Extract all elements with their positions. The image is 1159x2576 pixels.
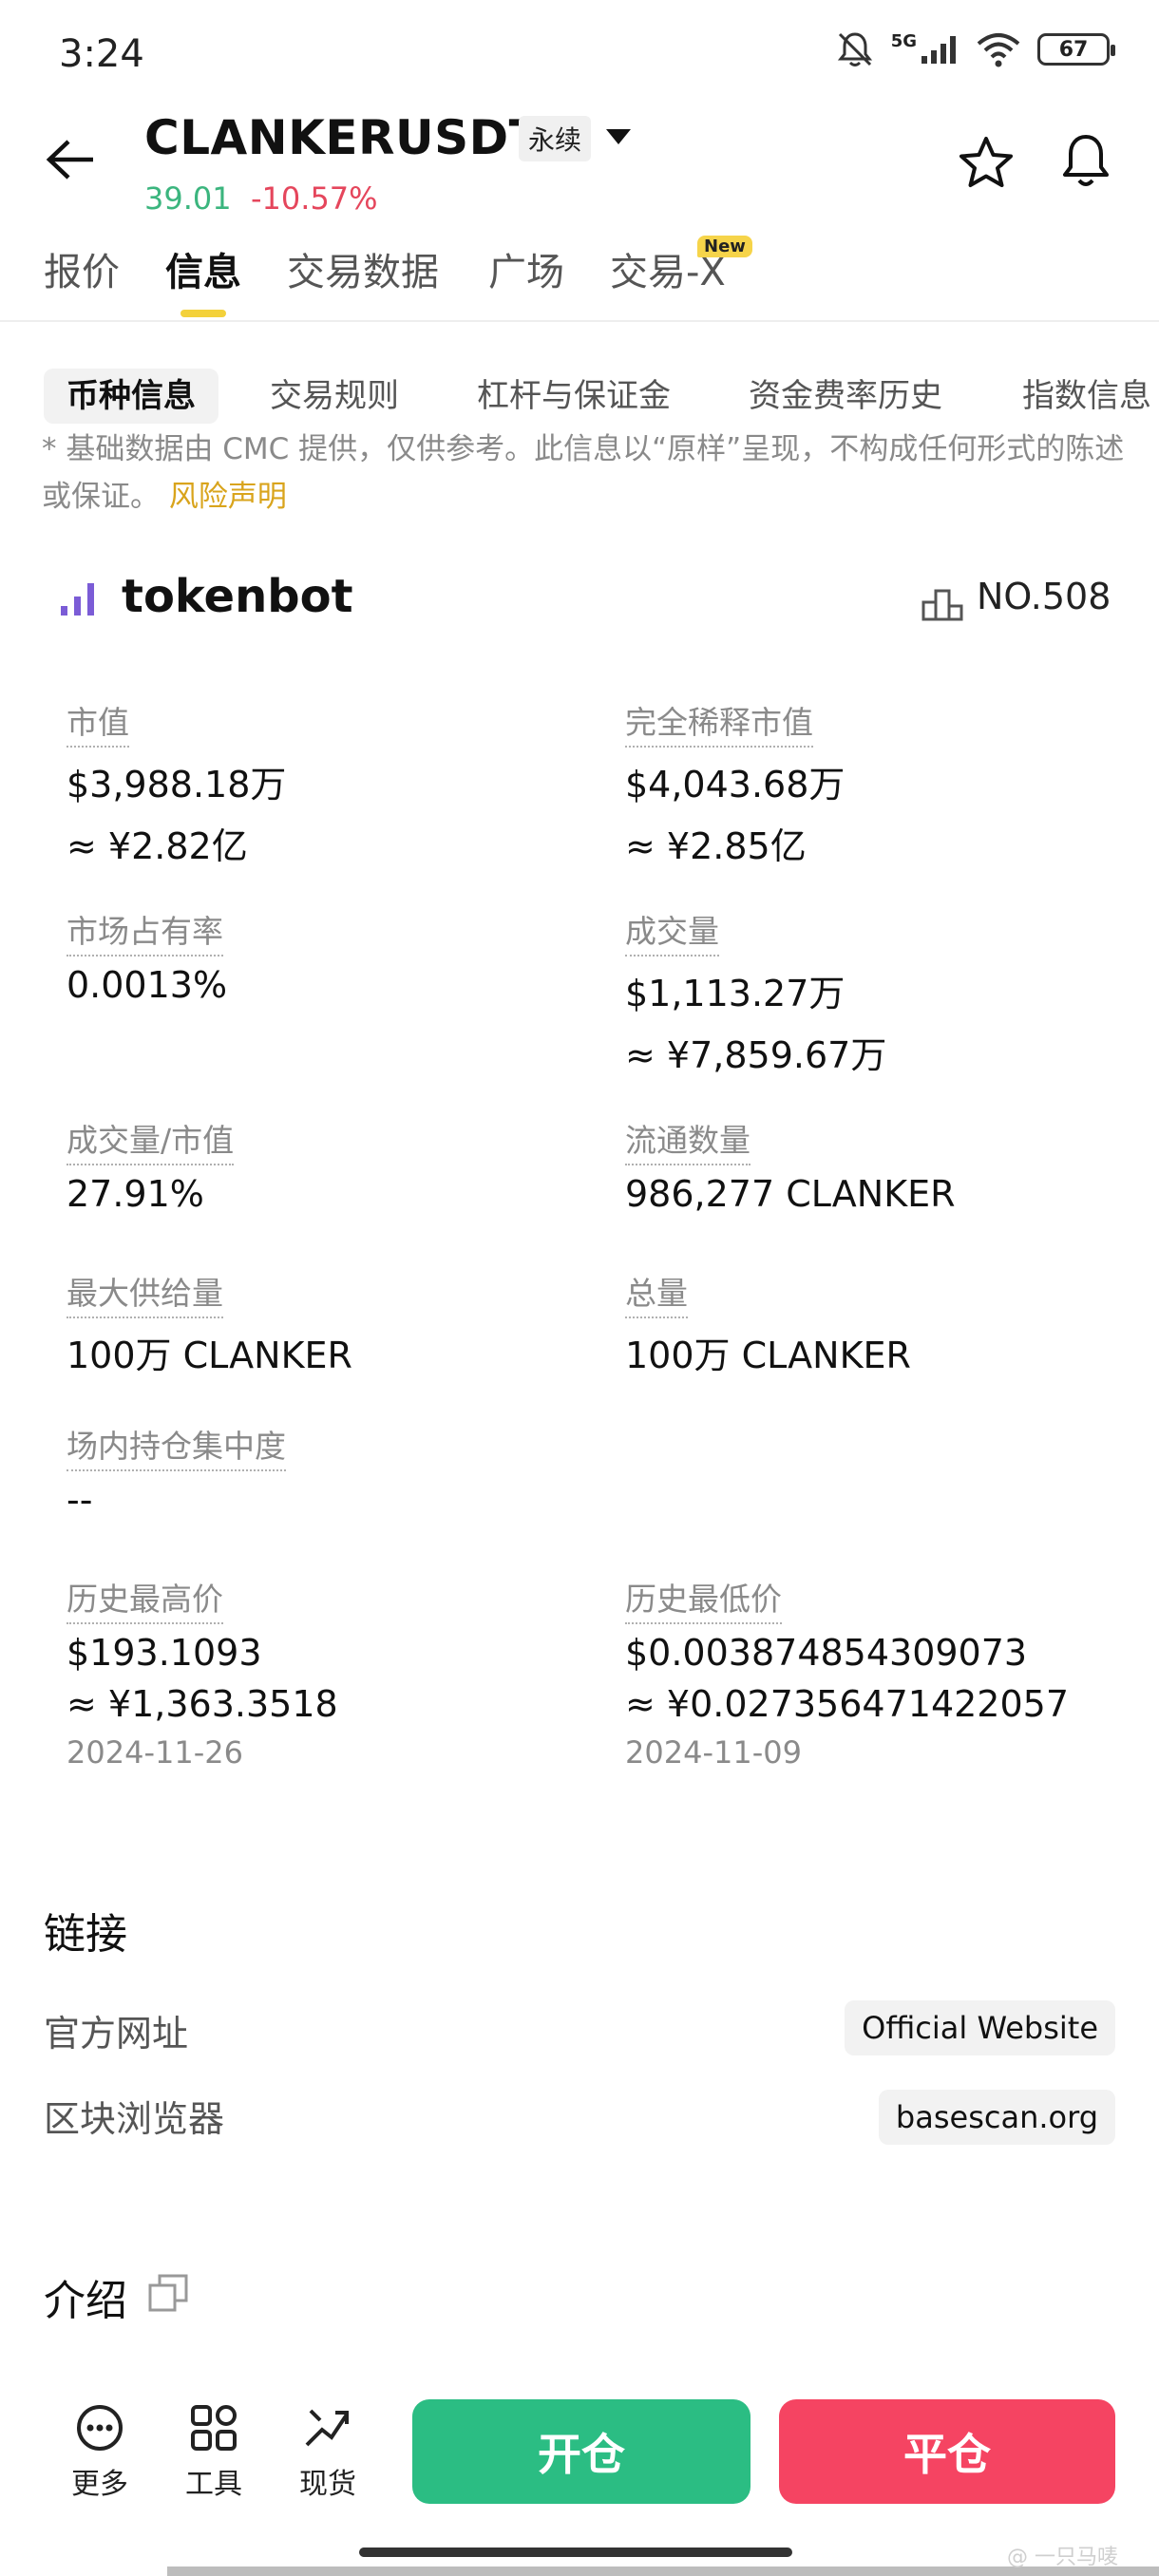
ath-block: 历史最高价 $193.1093 ≈ ¥1,363.3518 2024-11-26: [66, 1574, 338, 1771]
tools-label: 工具: [185, 2468, 242, 2501]
stat-value: $193.1093: [66, 1632, 262, 1674]
last-price: 39.01: [144, 180, 232, 217]
stat-value: $3,988.18万: [66, 764, 287, 805]
open-position-button[interactable]: 开仓: [412, 2399, 750, 2504]
rank-value: NO.508: [977, 576, 1112, 617]
back-arrow-icon[interactable]: [46, 139, 97, 180]
subtab-trade-rules[interactable]: 交易规则: [270, 369, 399, 424]
stat-sub-value: ≈ ¥7,859.67万: [625, 1034, 887, 1076]
tab-info[interactable]: 信息: [165, 241, 241, 296]
favorite-star-icon[interactable]: [958, 135, 1015, 190]
stat-value: 986,277 CLANKER: [625, 1173, 956, 1215]
intro-title: 介绍: [44, 2277, 127, 2325]
symbol-title[interactable]: CLANKERUSDT: [144, 110, 542, 165]
stat-label[interactable]: 市场占有率: [66, 906, 223, 957]
stat-label[interactable]: 历史最低价: [625, 1574, 782, 1624]
subtab-funding-history[interactable]: 资金费率历史: [749, 369, 942, 424]
vol-mcap-block: 成交量/市值 27.91%: [66, 1115, 235, 1215]
stat-label[interactable]: 总量: [625, 1268, 688, 1318]
market-cap-block: 市值 $3,988.18万 ≈ ¥2.82亿: [66, 697, 286, 869]
mute-bell-icon: [837, 32, 872, 66]
official-website-link[interactable]: Official Website: [845, 2000, 1115, 2055]
stat-label[interactable]: 最大供给量: [66, 1268, 223, 1318]
stat-value: $0.003874854309073: [625, 1632, 1028, 1674]
circulating-block: 流通数量 986,277 CLANKER: [625, 1115, 956, 1215]
risk-statement-link[interactable]: 风险声明: [169, 480, 287, 514]
wifi-icon: [977, 33, 1020, 67]
stat-label[interactable]: 流通数量: [625, 1115, 750, 1165]
stat-value: 100万 CLANKER: [66, 1335, 352, 1376]
stat-value: --: [66, 1479, 93, 1521]
stat-value: 100万 CLANKER: [625, 1335, 911, 1376]
dominance-block: 市场占有率 0.0013%: [66, 906, 227, 1006]
stat-sub-value: ≈ ¥1,363.3518: [66, 1683, 338, 1725]
explorer-label: 区块浏览器: [44, 2098, 225, 2140]
watermark: @ 一只马唛: [1007, 2546, 1118, 2569]
spot-button[interactable]: 现货: [285, 2403, 370, 2502]
total-supply-block: 总量 100万 CLANKER: [625, 1268, 911, 1378]
disclaimer: * 基础数据由 CMC 提供，仅供参考。此信息以“原样”呈现，不构成任何形式的陈…: [42, 426, 1125, 521]
website-label: 官方网址: [44, 2013, 189, 2055]
stat-label[interactable]: 成交量/市值: [66, 1115, 235, 1165]
concentration-block: 场内持仓集中度 --: [66, 1421, 286, 1521]
volume-block: 成交量 $1,113.27万 ≈ ¥7,859.67万: [625, 906, 886, 1078]
tab-quote[interactable]: 报价: [44, 241, 120, 296]
links-title: 链接: [44, 1910, 127, 1959]
stat-date: 2024-11-09: [625, 1734, 802, 1771]
spot-label: 现货: [299, 2468, 356, 2501]
rank-podium-icon: [922, 589, 963, 621]
status-icons: 5G 67: [834, 28, 1115, 70]
atl-block: 历史最低价 $0.003874854309073 ≈ ¥0.0273564714…: [625, 1574, 1069, 1771]
close-position-button[interactable]: 平仓: [779, 2399, 1115, 2504]
status-time: 3:24: [59, 32, 144, 76]
token-bars-icon: [61, 583, 94, 616]
spot-trend-icon: [305, 2409, 349, 2447]
tools-button[interactable]: 工具: [171, 2403, 256, 2502]
tab-trade-data[interactable]: 交易数据: [287, 241, 439, 296]
fdv-block: 完全稀释市值 $4,043.68万 ≈ ¥2.85亿: [625, 697, 845, 869]
subtab-coin-info[interactable]: 币种信息: [44, 369, 218, 424]
stat-label[interactable]: 完全稀释市值: [625, 697, 813, 748]
stat-label[interactable]: 成交量: [625, 906, 719, 957]
signal-icon: [922, 36, 956, 64]
stat-label[interactable]: 历史最高价: [66, 1574, 223, 1624]
battery-icon: 67: [1037, 33, 1115, 66]
active-tab-indicator: [180, 310, 226, 317]
more-label: 更多: [71, 2468, 128, 2501]
stat-date: 2024-11-26: [66, 1734, 243, 1771]
stat-value: $1,113.27万: [625, 973, 846, 1014]
max-supply-block: 最大供给量 100万 CLANKER: [66, 1268, 352, 1378]
symbol-dropdown-icon[interactable]: [606, 129, 631, 144]
home-indicator[interactable]: [359, 2548, 792, 2557]
new-badge: New: [697, 236, 752, 257]
more-button[interactable]: 更多: [57, 2403, 142, 2502]
copy-icon[interactable]: [148, 2274, 188, 2312]
tab-square[interactable]: 广场: [488, 241, 564, 296]
explorer-link[interactable]: basescan.org: [878, 2090, 1115, 2145]
stat-sub-value: ≈ ¥0.027356471422057: [625, 1683, 1070, 1725]
token-name: tokenbot: [122, 570, 353, 623]
divider: [0, 320, 1159, 322]
price-change: -10.57%: [251, 180, 378, 217]
stat-sub-value: ≈ ¥2.82亿: [66, 825, 248, 867]
grid-tools-icon: [191, 2405, 237, 2451]
stat-value: 0.0013%: [66, 964, 228, 1006]
more-dots-icon: [77, 2405, 123, 2451]
alert-bell-icon[interactable]: [1058, 131, 1113, 190]
subtab-leverage-margin[interactable]: 杠杆与保证金: [477, 369, 671, 424]
network-type: 5G: [890, 31, 917, 51]
stat-value: 27.91%: [66, 1173, 204, 1215]
contract-type-badge: 永续: [519, 116, 592, 161]
stat-sub-value: ≈ ¥2.85亿: [625, 825, 807, 867]
subtab-index-info[interactable]: 指数信息: [1022, 369, 1151, 424]
stat-label[interactable]: 场内持仓集中度: [66, 1421, 286, 1471]
stat-value: $4,043.68万: [625, 764, 846, 805]
stat-label[interactable]: 市值: [66, 697, 129, 748]
